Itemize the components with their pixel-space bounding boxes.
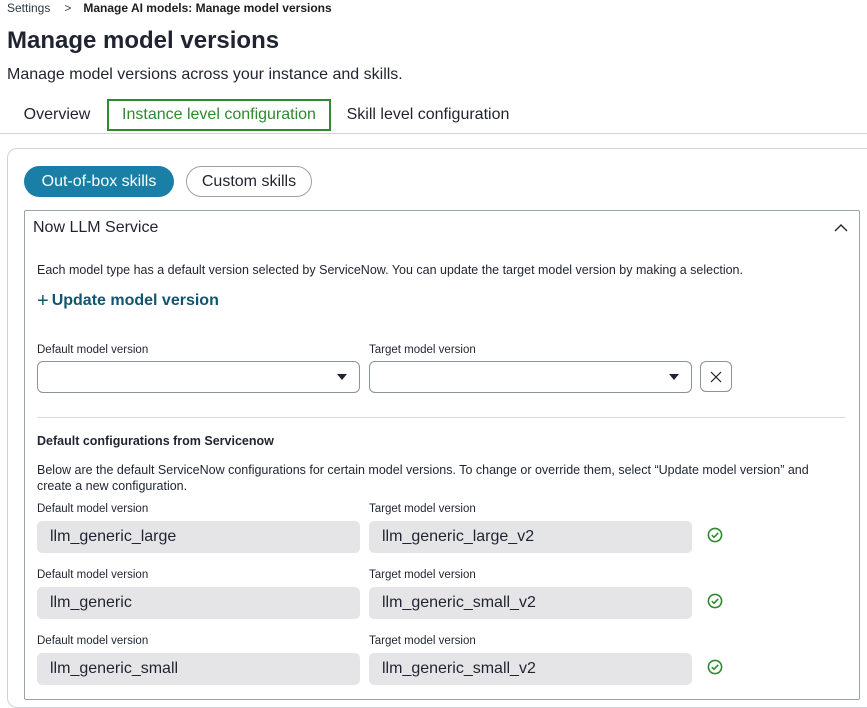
page-description: Manage model versions across your instan… [7, 66, 403, 83]
row-target-label: Target model version [369, 635, 476, 647]
check-circle-icon [707, 659, 723, 675]
chevron-up-icon[interactable] [832, 219, 850, 237]
row-default-value: llm_generic_small [37, 653, 360, 685]
row-default-label: Default model version [37, 635, 149, 647]
row-target-value: llm_generic_small_v2 [369, 587, 692, 619]
breadcrumb-current: Manage AI models: Manage model versions [83, 1, 332, 15]
plus-icon: + [37, 290, 49, 312]
tab-bar: Overview Instance level configuration Sk… [0, 98, 867, 134]
row-target-value: llm_generic_large_v2 [369, 521, 692, 553]
panel-info-text: Each model type has a default version se… [37, 263, 743, 277]
row-target-value: llm_generic_small_v2 [369, 653, 692, 685]
update-model-version-label: Update model version [51, 292, 219, 309]
out-of-box-skills-button[interactable]: Out-of-box skills [24, 166, 174, 197]
target-model-version-label: Target model version [369, 344, 476, 356]
tab-overview[interactable]: Overview [13, 98, 101, 132]
row-target-label: Target model version [369, 569, 476, 581]
divider [37, 417, 845, 418]
tab-skill-level-configuration[interactable]: Skill level configuration [338, 98, 518, 132]
tab-instance-level-configuration[interactable]: Instance level configuration [107, 99, 331, 131]
default-configurations-heading: Default configurations from Servicenow [37, 434, 274, 448]
row-default-label: Default model version [37, 569, 149, 581]
row-default-value: llm_generic [37, 587, 360, 619]
check-circle-icon [707, 593, 723, 609]
clear-selection-button[interactable] [700, 361, 732, 392]
target-model-version-select[interactable] [369, 361, 692, 393]
default-configurations-description: Below are the default ServiceNow configu… [37, 463, 809, 493]
caret-down-icon [337, 374, 347, 380]
default-model-version-select[interactable] [37, 361, 360, 393]
breadcrumb-separator: > [64, 1, 72, 15]
custom-skills-button[interactable]: Custom skills [186, 166, 312, 197]
now-llm-service-panel [24, 210, 860, 700]
row-default-label: Default model version [37, 503, 149, 515]
breadcrumb: Settings > Manage AI models: Manage mode… [7, 0, 332, 16]
panel-title: Now LLM Service [33, 219, 159, 236]
default-model-version-label: Default model version [37, 344, 149, 356]
caret-down-icon [669, 374, 679, 380]
row-target-label: Target model version [369, 503, 476, 515]
page-title: Manage model versions [7, 27, 280, 54]
breadcrumb-settings-link[interactable]: Settings [7, 1, 50, 15]
close-icon [710, 371, 722, 382]
check-circle-icon [707, 527, 723, 543]
row-default-value: llm_generic_large [37, 521, 360, 553]
update-model-version-link[interactable]: + Update model version [37, 290, 219, 312]
